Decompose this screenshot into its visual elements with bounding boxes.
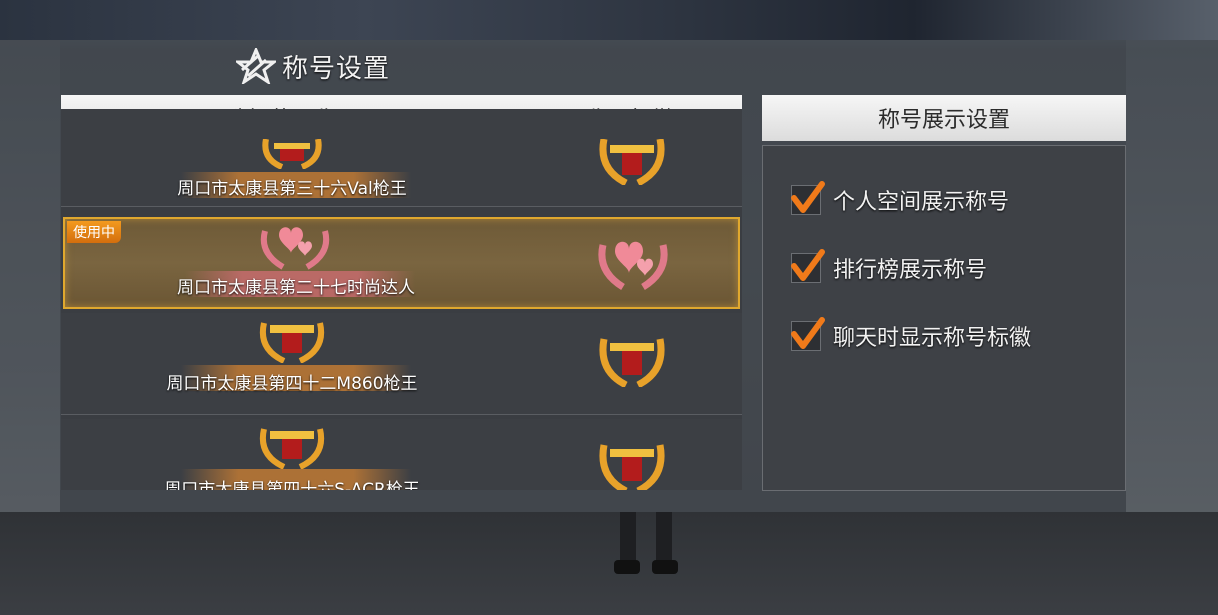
display-settings-panel: 称号展示设置 个人空间展示称号 排行榜展示称号 聊天时显示称号标徽 [762,95,1126,491]
checkmark-icon [791,181,825,213]
in-use-badge: 使用中 [67,221,121,243]
page-title: 称号设置 [282,53,391,84]
option-label: 聊天时显示称号标徽 [833,326,1032,351]
golden-guns-wreath-icon [599,139,665,185]
checkmark-icon [791,317,825,349]
personal-space-checkbox[interactable] [791,181,825,215]
option-personal-space[interactable]: 个人空间展示称号 [791,181,1010,216]
title-name: 周口市太康县第二十七时尚达人 [177,278,415,298]
title-list-panel: 选择使用称号 称号标徽 周口市太康县第三十六Val枪王 使用中 [61,95,742,490]
star-wings-icon [236,48,276,84]
option-chat-emblem[interactable]: 聊天时显示称号标徽 [791,317,1032,352]
page-header: 称号设置 [236,46,390,86]
title-row-active[interactable]: 使用中 周口市太康县第二十七时尚达人 [63,217,740,309]
pink-hearts-wreath-icon [260,227,330,270]
option-label: 个人空间展示称号 [833,190,1010,215]
display-settings-body: 个人空间展示称号 排行榜展示称号 聊天时显示称号标徽 [762,145,1126,491]
golden-guns-wreath-icon [599,338,665,387]
title-list[interactable]: 周口市太康县第三十六Val枪王 使用中 周口市太康县第二十七时尚达人 周口市太康… [61,109,742,490]
leaderboard-checkbox[interactable] [791,249,825,283]
title-name: 周口市太康县第四十二M860枪王 [166,374,418,394]
character-model [614,512,678,574]
option-leaderboard[interactable]: 排行榜展示称号 [791,249,988,284]
golden-guns-wreath-icon [262,139,322,169]
title-name: 周口市太康县第三十六Val枪王 [177,179,407,199]
background-top [0,0,1218,40]
golden-guns-wreath-icon [599,444,665,490]
golden-guns-wreath-icon [260,322,324,363]
title-row[interactable]: 周口市太康县第三十六Val枪王 [61,109,742,207]
chat-emblem-checkbox[interactable] [791,317,825,351]
display-settings-header: 称号展示设置 [762,95,1126,141]
option-label: 排行榜展示称号 [833,258,988,283]
title-name: 周口市太康县第四十六S-ACR枪王 [164,480,420,490]
title-row[interactable]: 周口市太康县第四十六S-ACR枪王 [61,419,742,490]
title-row[interactable]: 周口市太康县第四十二M860枪王 [61,313,742,415]
checkmark-icon [791,249,825,281]
pink-hearts-wreath-icon [598,241,668,290]
golden-guns-wreath-icon [260,428,324,469]
